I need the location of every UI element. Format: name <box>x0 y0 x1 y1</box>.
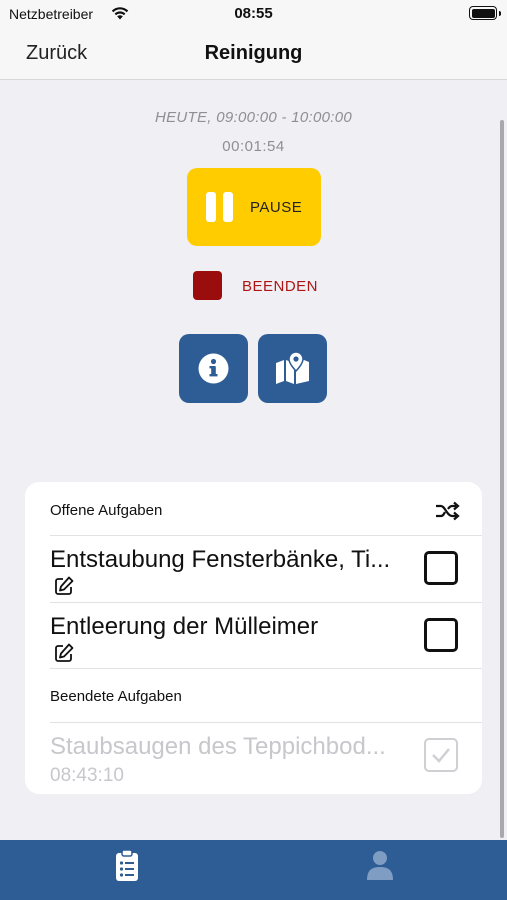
info-icon <box>198 353 229 384</box>
navigation-bar: Zurück Reinigung <box>0 28 507 80</box>
stop-button[interactable]: BEENDEN <box>193 271 333 301</box>
task-checkbox[interactable] <box>424 738 458 772</box>
checkmark-icon <box>432 748 450 763</box>
pause-icon <box>206 192 234 222</box>
clipboard-icon <box>116 849 138 881</box>
tab-profile[interactable] <box>360 848 400 884</box>
stop-label: BEENDEN <box>242 278 319 295</box>
tab-bar <box>0 840 507 900</box>
divider <box>50 668 482 669</box>
main-content: HEUTE, 09:00:00 - 10:00:00 00:01:54 PAUS… <box>0 80 507 840</box>
stop-icon <box>193 271 222 300</box>
battery-icon <box>469 6 501 20</box>
map-marker-icon <box>276 351 309 384</box>
pause-button[interactable]: PAUSE <box>187 168 321 246</box>
page-title: Reinigung <box>204 42 303 64</box>
task-title: Entstaubung Fensterbänke, Ti... <box>50 546 391 573</box>
task-title: Staubsaugen des Teppichbod... <box>50 733 386 760</box>
person-icon <box>367 851 393 880</box>
status-time: 08:55 <box>234 5 273 22</box>
task-card: Offene Aufgaben Entstaubung Fensterbänke… <box>25 482 482 794</box>
elapsed-timer: 00:01:54 <box>222 138 285 155</box>
status-bar: Netzbetreiber 08:55 <box>0 0 507 28</box>
time-range: HEUTE, 09:00:00 - 10:00:00 <box>154 109 353 126</box>
scrollbar[interactable] <box>500 120 504 838</box>
done-task-row[interactable]: Staubsaugen des Teppichbod... 08:43:10 <box>25 723 482 789</box>
edit-icon[interactable] <box>54 643 74 663</box>
open-task-row[interactable]: Entstaubung Fensterbänke, Ti... <box>25 536 482 602</box>
edit-icon[interactable] <box>54 576 74 596</box>
pause-label: PAUSE <box>250 199 303 216</box>
task-checkbox[interactable] <box>424 618 458 652</box>
info-button[interactable] <box>179 334 248 403</box>
task-completed-time: 08:43:10 <box>50 765 124 786</box>
task-checkbox[interactable] <box>424 551 458 585</box>
task-title: Entleerung der Mülleimer <box>50 613 319 640</box>
shuffle-icon[interactable] <box>434 499 460 523</box>
open-task-row[interactable]: Entleerung der Mülleimer <box>25 603 482 669</box>
map-button[interactable] <box>258 334 327 403</box>
tab-tasks[interactable] <box>107 848 147 884</box>
done-tasks-header: Beendete Aufgaben <box>50 688 182 705</box>
open-tasks-header: Offene Aufgaben <box>50 502 163 519</box>
